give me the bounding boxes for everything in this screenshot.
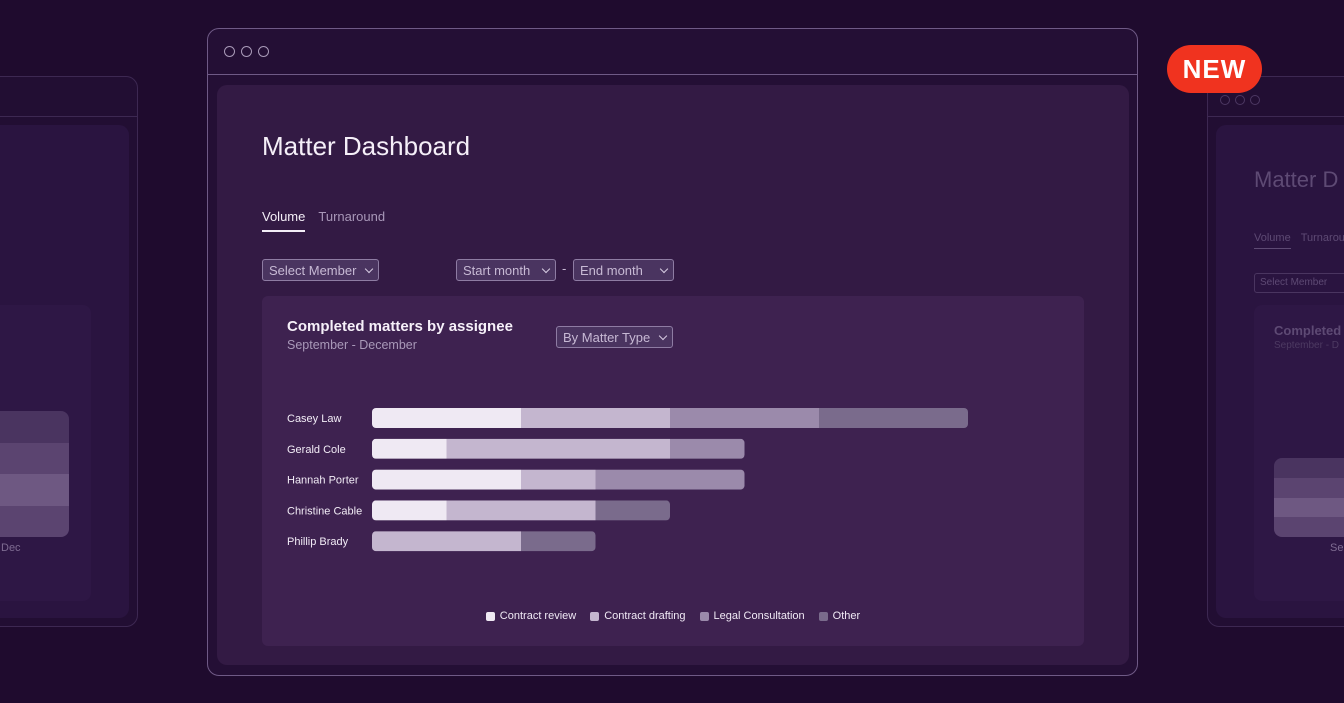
bar-segment[interactable]	[819, 408, 968, 428]
tab-turnaround[interactable]: Turnaround	[318, 209, 385, 232]
category-label: Gerald Cole	[287, 444, 346, 456]
background-tab: Turnarou	[1300, 232, 1344, 244]
background-bar-segment	[1274, 497, 1344, 518]
bar-segment[interactable]	[446, 500, 596, 521]
member-select-label: Select Member	[269, 262, 357, 278]
background-card-title: Completed	[1274, 323, 1342, 338]
legend-item: Other	[818, 610, 861, 622]
end-month-label: End month	[580, 262, 643, 278]
bar-segment[interactable]	[595, 469, 745, 490]
member-select[interactable]: Select Member	[262, 259, 379, 281]
category-label: Christine Cable	[287, 505, 362, 517]
background-bar-segment	[0, 411, 69, 443]
background-chart-bar	[0, 411, 69, 537]
close-window-icon[interactable]	[224, 46, 235, 57]
new-badge: NEW	[1167, 45, 1262, 93]
chevron-down-icon	[364, 264, 374, 273]
background-window-right: Matter D Volume Turnarou Select Member Co…	[1207, 76, 1344, 627]
category-label: Casey Law	[287, 413, 341, 425]
chart-card: Completed matters by assignee September …	[262, 296, 1084, 646]
category-label: Phillip Brady	[287, 536, 349, 548]
legend-label: Contract review	[499, 610, 577, 622]
stacked-bar-chart: Casey Law Gerald Cole Hannah Porter Christi…	[287, 408, 968, 552]
window-controls	[224, 46, 269, 57]
dashboard-panel: Matter Dashboard Volume Turnaround Selec…	[217, 85, 1129, 665]
legend-item: Contract review	[485, 610, 577, 622]
legend-swatch	[485, 611, 495, 621]
bar-segment[interactable]	[670, 438, 745, 459]
view-tabs: Volume Turnaround	[262, 209, 385, 232]
bar-segment[interactable]	[595, 500, 671, 521]
legend-label: Other	[832, 610, 861, 622]
bar-segment[interactable]	[446, 438, 671, 459]
background-window-titlebar	[0, 77, 137, 117]
legend-item: Legal Consultation	[699, 610, 805, 622]
tab-volume[interactable]: Volume	[262, 209, 306, 232]
maximize-window-icon[interactable]	[258, 46, 269, 57]
app-window: Matter Dashboard Volume Turnaround Selec…	[207, 28, 1138, 676]
background-tabs: Volume Turnarou	[1254, 232, 1344, 249]
legend-swatch	[699, 611, 709, 621]
bar-segment[interactable]	[521, 408, 670, 428]
category-label: Hannah Porter	[287, 475, 359, 487]
legend-label: Contract drafting	[604, 610, 686, 622]
end-month-select[interactable]: End month	[573, 259, 674, 281]
start-month-label: Start month	[463, 262, 531, 278]
bar-segment[interactable]	[521, 469, 596, 490]
background-window-left: Dec	[0, 76, 138, 627]
background-axis-label: Se	[1330, 542, 1344, 554]
bar-segment[interactable]	[670, 408, 819, 428]
date-range-separator: -	[562, 261, 567, 276]
background-bar-segment	[1274, 517, 1344, 537]
background-chart-bar	[1274, 458, 1344, 537]
page-title: Matter Dashboard	[262, 131, 471, 161]
background-bar-segment	[1274, 458, 1344, 478]
window-titlebar	[208, 29, 1137, 75]
background-bar-segment	[0, 442, 69, 474]
background-bar-segment	[0, 505, 69, 537]
background-bar-segment	[0, 474, 69, 506]
bar-segment[interactable]	[521, 531, 596, 552]
bar-segment[interactable]	[372, 438, 447, 459]
chevron-down-icon	[659, 264, 669, 273]
legend-swatch	[590, 611, 600, 621]
bar-segment[interactable]	[372, 500, 447, 521]
bar-segment[interactable]	[372, 531, 521, 552]
background-page-title: Matter D	[1254, 167, 1339, 192]
bar-segment[interactable]	[372, 469, 521, 490]
background-member-select: Select Member	[1254, 273, 1344, 293]
legend-label: Legal Consultation	[713, 610, 805, 622]
background-axis-label: Dec	[1, 542, 21, 554]
legend-swatch	[818, 611, 828, 621]
background-tab: Volume	[1254, 232, 1291, 249]
chevron-down-icon	[541, 264, 551, 273]
bar-segment[interactable]	[372, 408, 521, 428]
chart-legend: Contract review Contract drafting Legal Co…	[262, 610, 1084, 622]
background-bar-segment	[1274, 477, 1344, 498]
minimize-window-icon[interactable]	[241, 46, 252, 57]
legend-item: Contract drafting	[590, 610, 686, 622]
background-card-subtitle: September - D	[1274, 340, 1340, 351]
background-window-controls	[1220, 92, 1265, 110]
start-month-select[interactable]: Start month	[456, 259, 556, 281]
